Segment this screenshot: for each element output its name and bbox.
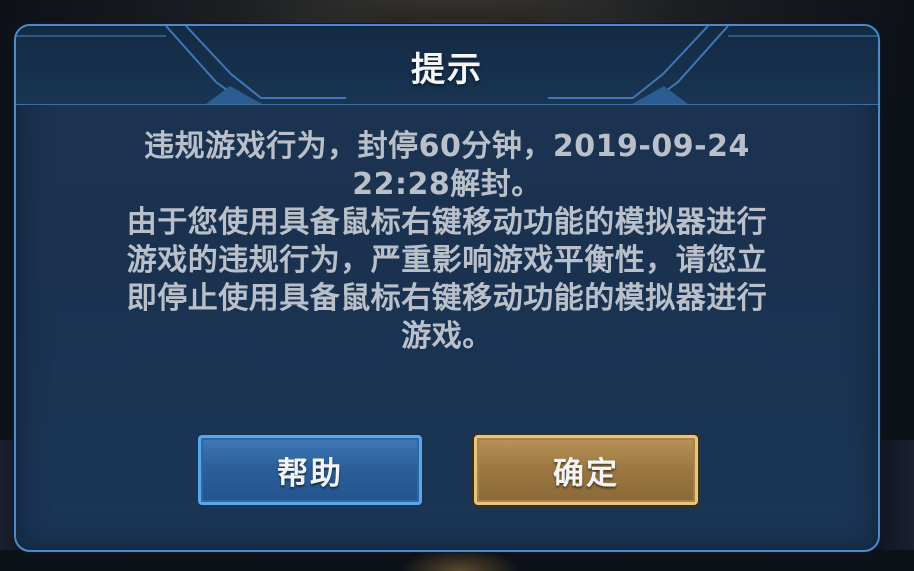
- message-line: 游戏。: [401, 319, 493, 354]
- confirm-button[interactable]: 确定: [474, 435, 698, 505]
- confirm-button-label: 确定: [553, 455, 619, 492]
- message-line: 由于您使用具备鼠标右键移动功能的模拟器进行: [126, 205, 768, 240]
- dialog-title: 提示: [411, 50, 483, 90]
- message-line: 22:28解封。: [352, 167, 542, 202]
- message-line: 游戏的违规行为，严重影响游戏平衡性，请您立: [126, 243, 768, 278]
- dialog-message: 违规游戏行为，封停60分钟，2019-09-24 22:28解封。 由于您使用具…: [76, 128, 818, 356]
- alert-dialog: 提示 违规游戏行为，封停60分钟，2019-09-24 22:28解封。 由于您…: [14, 24, 880, 552]
- help-button[interactable]: 帮助: [198, 435, 422, 505]
- message-line: 违规游戏行为，封停60分钟，2019-09-24: [144, 129, 750, 164]
- background-right-panel: [874, 440, 914, 550]
- help-button-label: 帮助: [277, 455, 343, 492]
- message-line: 即停止使用具备鼠标右键移动功能的模拟器进行: [126, 281, 768, 316]
